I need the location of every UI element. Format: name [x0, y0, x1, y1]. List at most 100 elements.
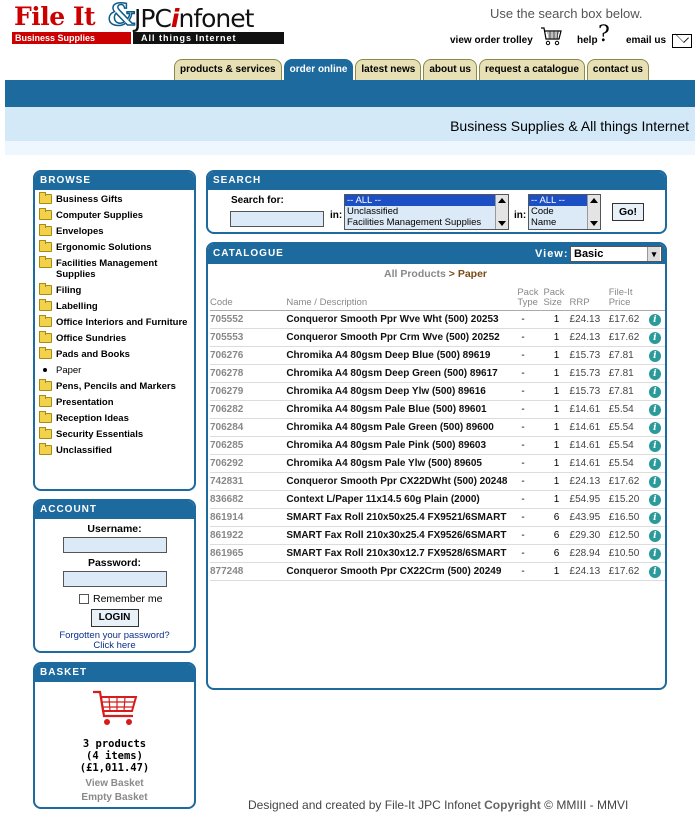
browse-item[interactable]: Envelopes [39, 224, 192, 237]
browse-item[interactable]: Presentation [39, 395, 192, 408]
info-icon[interactable]: i [648, 332, 661, 344]
table-row[interactable]: 861965 SMART Fax Roll 210x30x12.7 FX9528/… [210, 544, 665, 563]
browse-item[interactable]: Labelling [39, 299, 192, 312]
info-icon[interactable]: i [648, 548, 661, 560]
info-icon[interactable]: i [648, 494, 661, 506]
tab-about-us[interactable]: about us [423, 59, 477, 80]
info-icon[interactable]: i [648, 458, 661, 470]
product-name[interactable]: Chromika A4 80gsm Pale Blue (500) 89601 [286, 400, 518, 419]
table-row[interactable]: 706279 Chromika A4 80gsm Deep Ylw (500) 8… [210, 382, 665, 401]
category-scrollbar[interactable] [495, 195, 508, 229]
table-row[interactable]: 706284 Chromika A4 80gsm Pale Green (500)… [210, 418, 665, 437]
tab-order-online[interactable]: order online [283, 59, 354, 80]
product-code: 861965 [210, 544, 287, 563]
tab-request-a-catalogue[interactable]: request a catalogue [479, 59, 585, 80]
browse-item[interactable]: Pads and Books [39, 347, 192, 360]
browse-list: Business Gifts Computer Supplies Envelopes… [35, 190, 194, 456]
info-icon[interactable]: i [648, 422, 661, 434]
forgot-password-link[interactable]: Forgotten your password? Click here [35, 631, 194, 651]
product-name[interactable]: Chromika A4 80gsm Pale Ylw (500) 89605 [286, 454, 518, 473]
browse-item[interactable]: Ergonomic Solutions [39, 240, 192, 253]
help-link[interactable]: help [577, 35, 598, 46]
product-name[interactable]: Chromika A4 80gsm Pale Pink (500) 89603 [286, 436, 518, 455]
browse-item[interactable]: Facilities Management Supplies [39, 256, 192, 280]
go-button[interactable]: Go! [612, 203, 644, 221]
trolley-icon[interactable] [540, 26, 562, 46]
browse-item[interactable]: Paper [39, 365, 192, 376]
product-name[interactable]: Chromika A4 80gsm Pale Green (500) 89600 [286, 418, 518, 437]
browse-item[interactable]: Filing [39, 283, 192, 296]
empty-basket-link[interactable]: Empty Basket [35, 792, 194, 803]
tab-contact-us[interactable]: contact us [586, 59, 649, 80]
product-name[interactable]: SMART Fax Roll 210x30x25.4 FX9526/6SMART [286, 526, 518, 545]
table-row[interactable]: 705552 Conqueror Smooth Ppr Wve Wht (500)… [210, 310, 665, 329]
info-icon[interactable]: i [648, 476, 661, 488]
search-input[interactable] [230, 211, 324, 227]
table-row[interactable]: 861922 SMART Fax Roll 210x30x25.4 FX9526/… [210, 526, 665, 545]
product-name[interactable]: Conqueror Smooth Ppr CX22Crm (500) 20249 [286, 562, 518, 581]
email-link[interactable]: email us [626, 35, 666, 46]
password-input[interactable] [62, 571, 167, 587]
info-icon[interactable]: i [648, 440, 661, 452]
rrp-price: £24.13 [569, 472, 609, 491]
login-button[interactable]: LOGIN [90, 609, 139, 627]
info-icon[interactable]: i [648, 530, 661, 542]
table-row[interactable]: 706285 Chromika A4 80gsm Pale Pink (500) … [210, 436, 665, 455]
table-row[interactable]: 706278 Chromika A4 80gsm Deep Green (500)… [210, 364, 665, 383]
product-name[interactable]: Chromika A4 80gsm Deep Blue (500) 89619 [286, 346, 518, 365]
info-icon[interactable]: i [648, 314, 661, 326]
username-input[interactable] [62, 537, 167, 553]
field-scrollbar[interactable] [587, 195, 600, 229]
table-row[interactable]: 706292 Chromika A4 80gsm Pale Ylw (500) 8… [210, 454, 665, 473]
question-icon[interactable]: ? [598, 24, 610, 46]
info-icon[interactable]: i [648, 350, 661, 362]
table-row[interactable]: 706276 Chromika A4 80gsm Deep Blue (500) … [210, 346, 665, 365]
view-basket-link[interactable]: View Basket [35, 778, 194, 789]
category-option[interactable]: Facilities Management Supplies [345, 217, 508, 228]
browse-item[interactable]: Office Sundries [39, 331, 192, 344]
table-row[interactable]: 877248 Conqueror Smooth Ppr CX22Crm (500)… [210, 562, 665, 581]
breadcrumb-root[interactable]: All Products [384, 268, 446, 280]
product-name[interactable]: SMART Fax Roll 210x30x12.7 FX9528/6SMART [286, 544, 518, 563]
browse-item[interactable]: Unclassified [39, 443, 192, 456]
site-logo[interactable]: File It & JPCinfonet Business Supplies A… [12, 0, 284, 44]
remember-checkbox[interactable] [79, 594, 89, 604]
info-icon[interactable]: i [648, 404, 661, 416]
info-icon[interactable]: i [648, 386, 661, 398]
product-name[interactable]: Conqueror Smooth Ppr Crm Wve (500) 20252 [286, 328, 518, 347]
pack-size: 1 [543, 364, 570, 383]
product-name[interactable]: Context L/Paper 11x14.5 60g Plain (2000) [286, 490, 518, 509]
tab-latest-news[interactable]: latest news [355, 59, 422, 80]
browse-item[interactable]: Reception Ideas [39, 411, 192, 424]
field-listbox[interactable]: -- ALL -- Code Name [528, 194, 601, 230]
in-label-category: in: [330, 210, 343, 221]
category-listbox[interactable]: -- ALL -- Unclassified Facilities Manageme… [344, 194, 509, 230]
table-row[interactable]: 861914 SMART Fax Roll 210x50x25.4 FX9521/… [210, 508, 665, 527]
product-name[interactable]: Chromika A4 80gsm Deep Green (500) 89617 [286, 364, 518, 383]
product-name[interactable]: Conqueror Smooth Ppr CX22DWht (500) 2024… [286, 472, 518, 491]
table-row[interactable]: 836682 Context L/Paper 11x14.5 60g Plain … [210, 490, 665, 509]
product-name[interactable]: SMART Fax Roll 210x50x25.4 FX9521/6SMART [286, 508, 518, 527]
info-icon[interactable]: i [648, 566, 661, 578]
table-row[interactable]: 705553 Conqueror Smooth Ppr Crm Wve (500)… [210, 328, 665, 347]
product-name[interactable]: Chromika A4 80gsm Deep Ylw (500) 89616 [286, 382, 518, 401]
envelope-icon[interactable] [672, 34, 692, 48]
browse-item[interactable]: Pens, Pencils and Markers [39, 379, 192, 392]
view-select[interactable]: Basic [570, 246, 662, 262]
remember-me[interactable]: Remember me [79, 593, 194, 605]
footer-copyright: Copyright [484, 798, 541, 812]
view-trolley-link[interactable]: view order trolley [450, 35, 533, 46]
table-row[interactable]: 706282 Chromika A4 80gsm Pale Blue (500) … [210, 400, 665, 419]
category-option[interactable]: Unclassified [345, 206, 508, 217]
browse-item[interactable]: Computer Supplies [39, 208, 192, 221]
browse-item[interactable]: Security Essentials [39, 427, 192, 440]
pack-size: 6 [543, 526, 570, 545]
product-name[interactable]: Conqueror Smooth Ppr Wve Wht (500) 20253 [286, 310, 518, 329]
tab-products-services[interactable]: products & services [174, 59, 282, 80]
browse-item[interactable]: Office Interiors and Furniture [39, 315, 192, 328]
table-row[interactable]: 742831 Conqueror Smooth Ppr CX22DWht (500… [210, 472, 665, 491]
info-icon[interactable]: i [648, 512, 661, 524]
category-option[interactable]: -- ALL -- [345, 195, 508, 206]
info-icon[interactable]: i [648, 368, 661, 380]
browse-item[interactable]: Business Gifts [39, 192, 192, 205]
